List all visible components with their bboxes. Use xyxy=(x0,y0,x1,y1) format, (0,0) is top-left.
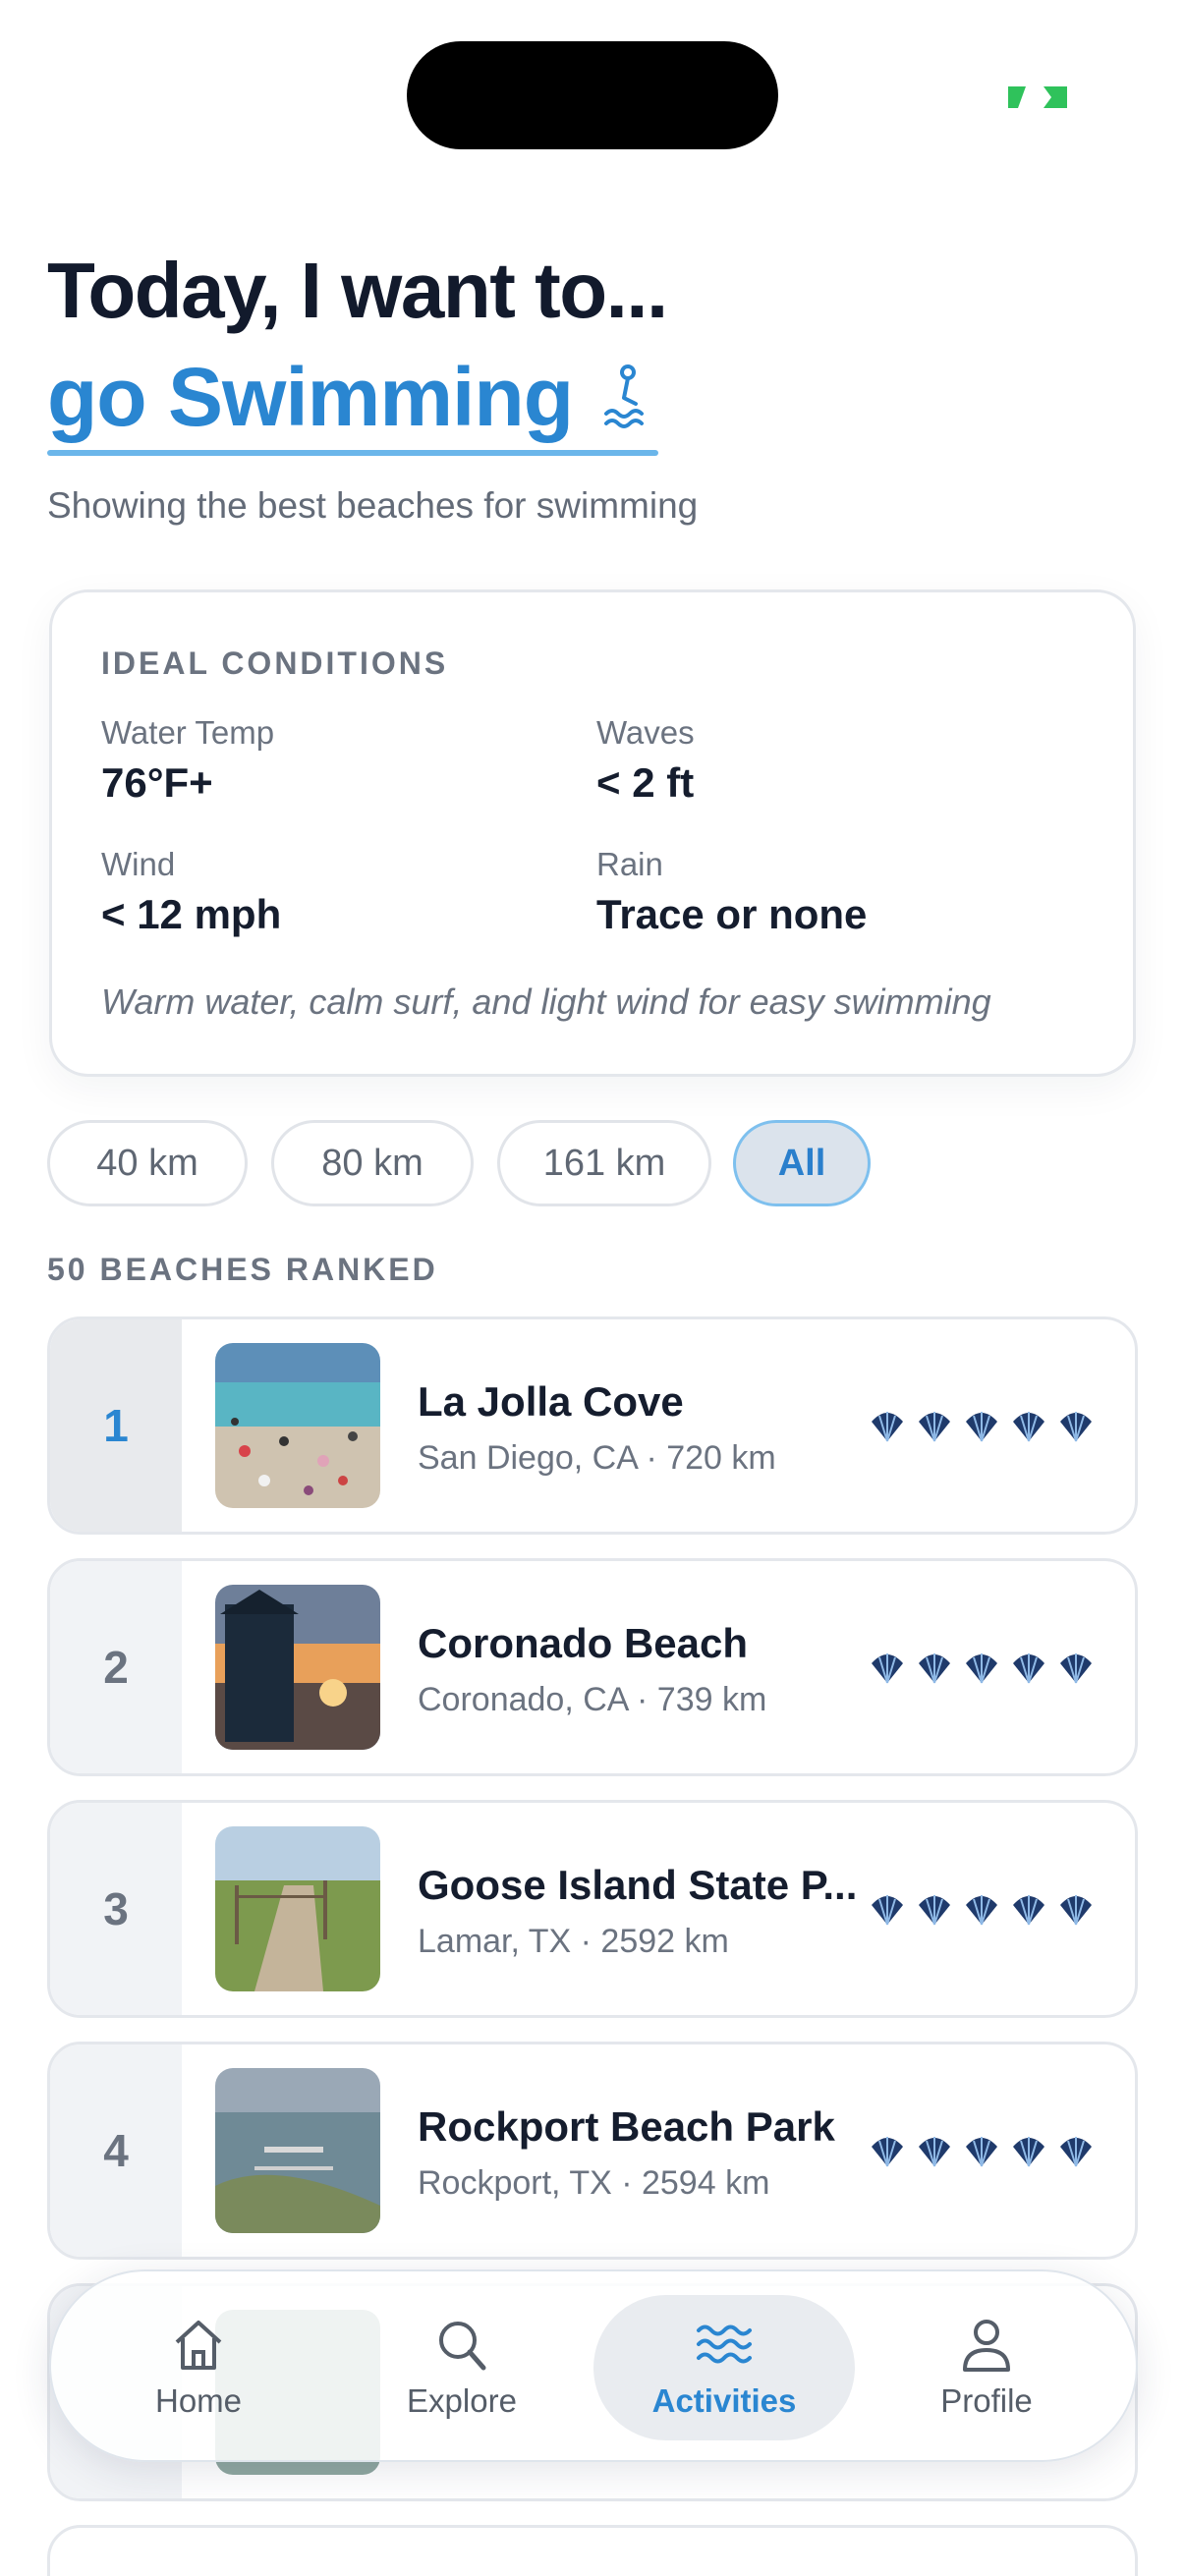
shell-icon xyxy=(919,1895,950,1926)
beach-name: Goose Island State P... xyxy=(418,1862,858,1908)
shell-icon xyxy=(1013,1412,1044,1442)
condition-waves: Waves < 2 ft xyxy=(596,714,695,807)
beach-card[interactable]: 4 Rockport Beach Park Rockport, TX · 259… xyxy=(47,2042,1138,2260)
shell-icon xyxy=(919,1653,950,1684)
condition-wind: Wind < 12 mph xyxy=(101,846,281,938)
waves-icon xyxy=(697,2324,752,2364)
beach-location: Rockport, TX · 2594 km xyxy=(418,2164,770,2202)
beach-photo xyxy=(215,1585,380,1750)
shell-icon xyxy=(1013,2137,1044,2167)
filter-chip-all[interactable]: All xyxy=(733,1120,871,1206)
condition-label: Wind xyxy=(101,846,176,882)
shell-icon xyxy=(1013,1895,1044,1926)
dynamic-island xyxy=(407,41,778,149)
shell-rating xyxy=(868,2133,1096,2170)
beach-rank: 2 xyxy=(50,1561,182,1773)
shell-icon xyxy=(966,2137,997,2167)
shell-icon xyxy=(919,2137,950,2167)
shell-icon xyxy=(1060,1895,1092,1926)
filter-chip-40km[interactable]: 40 km xyxy=(47,1120,248,1206)
shell-icon xyxy=(1060,1412,1092,1442)
tab-explore[interactable]: Explore xyxy=(334,2271,590,2464)
page-subtitle: Showing the best beaches for swimming xyxy=(47,485,699,526)
shell-icon xyxy=(872,2137,903,2167)
tab-activities[interactable]: Activities xyxy=(596,2271,852,2464)
tab-home[interactable]: Home xyxy=(71,2271,326,2464)
beach-photo xyxy=(215,1826,380,1991)
tab-label: Activities xyxy=(651,2382,797,2419)
shell-icon xyxy=(1060,2137,1092,2167)
beach-rank: 4 xyxy=(50,2044,182,2257)
search-icon xyxy=(439,2322,486,2371)
condition-label: Rain xyxy=(596,846,663,882)
tab-label: Home xyxy=(154,2382,243,2419)
swimmer-icon xyxy=(604,364,644,428)
condition-value: 76°F+ xyxy=(101,759,213,806)
shell-icon xyxy=(1013,1653,1044,1684)
shell-rating xyxy=(868,1408,1096,1445)
tab-profile[interactable]: Profile xyxy=(859,2271,1114,2464)
activity-selector[interactable]: go Swimming xyxy=(47,350,649,445)
beach-name: Coronado Beach xyxy=(418,1620,749,1666)
shell-icon xyxy=(966,1412,997,1442)
beach-rank: 1 xyxy=(50,1319,182,1532)
beach-card[interactable]: 1 La Jolla Cove San Diego, CA · 720 km xyxy=(47,1316,1138,1535)
battery-icon xyxy=(1008,86,1067,108)
condition-water-temp: Water Temp 76°F+ xyxy=(101,714,274,807)
bottom-tab-bar: Home Explore Activities Profile xyxy=(49,2269,1138,2462)
beach-photo xyxy=(215,2068,380,2233)
shell-rating xyxy=(868,1650,1096,1687)
condition-rain: Rain Trace or none xyxy=(596,846,867,938)
activity-name[interactable]: go Swimming xyxy=(47,350,574,445)
beach-location: Coronado, CA · 739 km xyxy=(418,1681,767,1718)
home-icon xyxy=(175,2321,222,2370)
beach-card[interactable]: 2 Coronado Beach Coronado, CA · 739 km xyxy=(47,1558,1138,1776)
shell-icon xyxy=(872,1895,903,1926)
beach-location: San Diego, CA · 720 km xyxy=(418,1439,776,1477)
conditions-note: Warm water, calm surf, and light wind fo… xyxy=(101,981,991,1022)
shell-icon xyxy=(966,1653,997,1684)
tab-label: Explore xyxy=(407,2382,517,2419)
ideal-conditions-card: IDEAL CONDITIONS Water Temp 76°F+ Waves … xyxy=(49,589,1136,1077)
shell-icon xyxy=(966,1895,997,1926)
filter-chip-80km[interactable]: 80 km xyxy=(271,1120,474,1206)
beach-location: Lamar, TX · 2592 km xyxy=(418,1923,729,1960)
beach-card[interactable]: 3 Goose Island State P... Lamar, TX · 25… xyxy=(47,1800,1138,2018)
beach-card[interactable] xyxy=(47,2525,1138,2576)
shell-icon xyxy=(919,1412,950,1442)
beach-photo xyxy=(215,1343,380,1508)
beach-name: La Jolla Cove xyxy=(418,1378,684,1425)
shell-icon xyxy=(1060,1653,1092,1684)
ranked-count-label: 50 BEACHES RANKED xyxy=(47,1252,438,1287)
shell-rating xyxy=(868,1891,1096,1929)
tab-label: Profile xyxy=(940,2382,1033,2419)
activity-underline xyxy=(47,450,658,456)
shell-icon xyxy=(872,1412,903,1442)
person-icon xyxy=(963,2320,1010,2372)
beach-rank: 3 xyxy=(50,1803,182,2015)
filter-chip-161km[interactable]: 161 km xyxy=(497,1120,711,1206)
page-headline: Today, I want to... xyxy=(47,247,668,334)
condition-label: Water Temp xyxy=(101,714,275,751)
shell-icon xyxy=(872,1653,903,1684)
condition-value: < 2 ft xyxy=(596,759,695,806)
conditions-title: IDEAL CONDITIONS xyxy=(101,645,449,681)
condition-value: Trace or none xyxy=(596,891,868,937)
beach-name: Rockport Beach Park xyxy=(418,2103,835,2150)
condition-value: < 12 mph xyxy=(101,891,282,937)
condition-label: Waves xyxy=(596,714,695,751)
